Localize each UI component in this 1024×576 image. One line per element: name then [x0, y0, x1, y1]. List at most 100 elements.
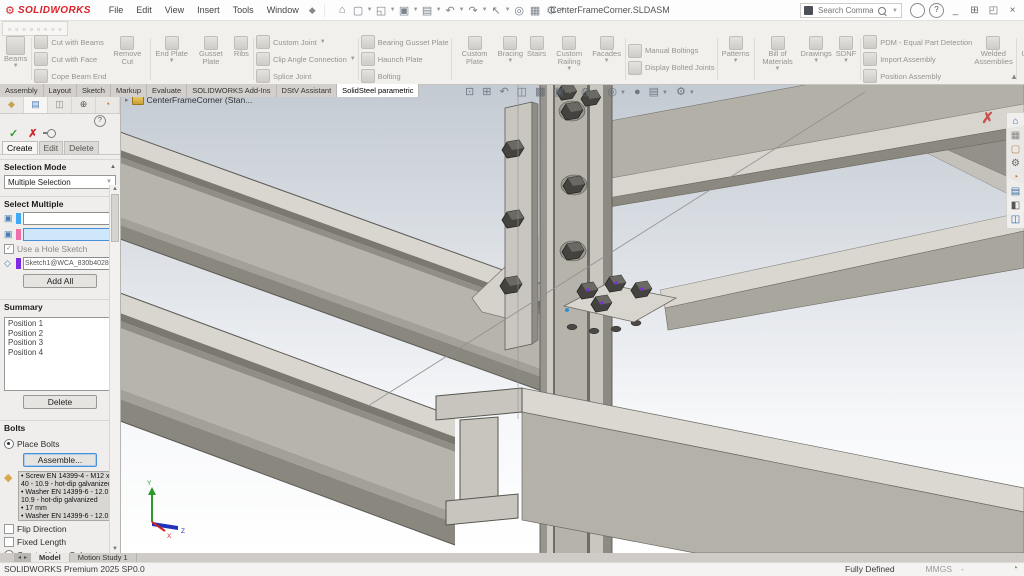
clip-angle-connection-button[interactable]: Clip Angle Connection▼ [256, 52, 356, 66]
beams-dropdown-icon[interactable]: ▼ [13, 63, 19, 69]
menu-file[interactable]: File [109, 5, 124, 15]
display-style-icon[interactable]: ◍ [581, 84, 591, 101]
model-tab-nav[interactable]: ◂ ▸ [14, 553, 31, 562]
panel-scrollbar[interactable]: ▲ ▼ [109, 185, 120, 553]
new-dropdown-icon[interactable]: ▼ [367, 7, 373, 13]
sketch-ref-input[interactable]: Sketch1@WCA_830b4028-0 [23, 257, 116, 270]
home-icon[interactable]: ⌂ [335, 4, 350, 16]
end-plate-dropdown-icon[interactable]: ▼ [169, 58, 175, 64]
bolt-spec-box[interactable]: Screw EN 14399-4 - M12 x 40 - 10.9 - hot… [18, 471, 116, 521]
cope-beam-end-button[interactable]: Cope Beam End [34, 69, 106, 83]
haunch-plate-button[interactable]: Haunch Plate [361, 52, 449, 66]
list-item[interactable]: Position 2 [8, 329, 112, 339]
stairs-button[interactable]: Stairs [525, 35, 548, 83]
custom-railing-button[interactable]: Custom Railing ▼ [548, 35, 590, 83]
close-button[interactable]: × [1003, 5, 1022, 16]
update-button[interactable]: Update ▼ [1019, 35, 1024, 83]
macro-icon[interactable]: ▫ [8, 24, 11, 34]
search-input[interactable] [816, 5, 875, 16]
view-orientation-dropdown-icon[interactable]: ▼ [567, 90, 573, 96]
remove-cut-button[interactable]: Remove Cut [106, 35, 148, 83]
zoom-fit-icon[interactable]: ⊡ [465, 84, 474, 101]
tab-solidsteel-parametric[interactable]: SolidSteel parametric [337, 84, 419, 97]
tab-markup[interactable]: Markup [111, 84, 147, 97]
forum-icon[interactable]: ◧ [1011, 200, 1020, 211]
flip-direction-checkbox[interactable] [4, 524, 14, 534]
resources-home-icon[interactable]: ⌂ [1012, 116, 1018, 127]
graphics-area[interactable]: Y X Z ▸ CenterFrameCorner (Stan... ⊡ ⊞ ↶… [120, 84, 1024, 553]
units-dropdown[interactable]: - [961, 564, 964, 574]
custom-railing-dropdown-icon[interactable]: ▼ [566, 66, 572, 72]
menu-pin-icon[interactable]: ◆ [309, 5, 316, 16]
macro-icon[interactable]: ▫ [51, 24, 54, 34]
selection-input-1[interactable] [23, 212, 116, 225]
import-assembly-button[interactable]: Import Assembly [863, 52, 972, 66]
nav-left-icon[interactable]: ◂ [18, 554, 21, 561]
search-scope-icon[interactable] [804, 6, 813, 15]
design-library-icon[interactable]: ▦ [1011, 130, 1020, 141]
beams-button[interactable]: Beams ▼ [2, 35, 29, 83]
macro-icon[interactable]: ▫ [58, 24, 61, 34]
custom-joint-dropdown-icon[interactable]: ▼ [320, 39, 326, 45]
cancel-button[interactable]: ✗ [28, 127, 37, 140]
appearances-icon[interactable]: ◔ [1012, 172, 1018, 183]
patterns-dropdown-icon[interactable]: ▼ [733, 58, 739, 64]
place-bolts-radio[interactable] [4, 439, 14, 449]
minimize-button[interactable]: _ [946, 5, 965, 16]
selection-input-2[interactable] [23, 228, 116, 241]
user-account-icon[interactable] [910, 3, 925, 18]
patterns-button[interactable]: Patterns ▼ [720, 35, 752, 83]
dim-xpert-tab[interactable]: ⊕ [72, 97, 96, 113]
tab-layout[interactable]: Layout [44, 84, 78, 97]
units-selector[interactable]: MMGS [926, 564, 952, 574]
display-style-dropdown-icon[interactable]: ▼ [593, 90, 599, 96]
pm-help-icon[interactable]: ? [94, 115, 106, 127]
tab-sketch[interactable]: Sketch [77, 84, 111, 97]
tab-assembly[interactable]: Assembly [0, 84, 44, 97]
measure-icon[interactable]: ▩ [535, 84, 545, 101]
scroll-up-icon[interactable]: ▲ [112, 186, 118, 192]
pdm-equal-part-detection-button[interactable]: PDM - Equal Part Detection [863, 35, 972, 49]
tab-dstv-assistant[interactable]: DStV Assistant [277, 84, 338, 97]
feature-manager-tab[interactable]: ◆ [0, 97, 24, 113]
restore-button[interactable]: ◰ [984, 5, 1003, 16]
list-item[interactable]: Position 4 [8, 348, 112, 358]
section-view-icon[interactable]: ◫ [517, 84, 527, 101]
position-assembly-button[interactable]: Position Assembly [863, 69, 972, 83]
manual-boltings-button[interactable]: Manual Boltings [628, 44, 715, 58]
status-tag-icon[interactable]: ◔ [1012, 563, 1018, 574]
view-orientation-icon[interactable]: ▣ [553, 84, 563, 101]
drawings-dropdown-icon[interactable]: ▼ [813, 58, 819, 64]
custom-joint-button[interactable]: Custom Joint▼ [256, 35, 356, 49]
assemble-button[interactable]: Assemble... [23, 453, 97, 467]
delete-button[interactable]: Delete [23, 395, 97, 409]
apply-scene-dropdown-icon[interactable]: ▼ [662, 90, 668, 96]
zoom-area-icon[interactable]: ⊞ [482, 84, 491, 101]
menu-insert[interactable]: Insert [197, 5, 220, 15]
end-plate-button[interactable]: End Plate ▼ [153, 35, 190, 83]
ribs-button[interactable]: Ribs [232, 35, 251, 83]
list-item[interactable]: Position 1 [8, 319, 112, 329]
view-settings-dropdown-icon[interactable]: ▼ [689, 90, 695, 96]
search-icon[interactable] [878, 7, 886, 15]
scroll-down-icon[interactable]: ▼ [112, 546, 118, 552]
splice-joint-button[interactable]: Splice Joint [256, 69, 356, 83]
open-dropdown-icon[interactable]: ▼ [390, 7, 396, 13]
file-explorer-icon[interactable]: ▢ [1011, 144, 1020, 155]
bolting-button[interactable]: Bolting [361, 69, 449, 83]
new-document-icon[interactable]: ▢ [351, 4, 366, 17]
sdnf-dropdown-icon[interactable]: ▼ [843, 58, 849, 64]
tab-evaluate[interactable]: Evaluate [147, 84, 187, 97]
bracing-dropdown-icon[interactable]: ▼ [507, 58, 513, 64]
tab-model[interactable]: Model [31, 553, 70, 562]
help-icon[interactable]: ? [929, 3, 944, 18]
bill-of-materials-button[interactable]: Bill of Materials ▼ [757, 35, 799, 83]
scroll-thumb[interactable] [111, 194, 119, 242]
drawings-button[interactable]: Drawings ▼ [799, 35, 834, 83]
select-multiple-header[interactable]: Select Multiple ▲ [0, 197, 120, 210]
macro-icon[interactable]: ▫ [37, 24, 40, 34]
tab-edit[interactable]: Edit [39, 141, 64, 154]
display-manager-tab[interactable]: ◔ [96, 97, 120, 113]
ribbon-collapse-icon[interactable]: ▲ [1010, 72, 1018, 81]
bracing-button[interactable]: Bracing ▼ [496, 35, 525, 83]
